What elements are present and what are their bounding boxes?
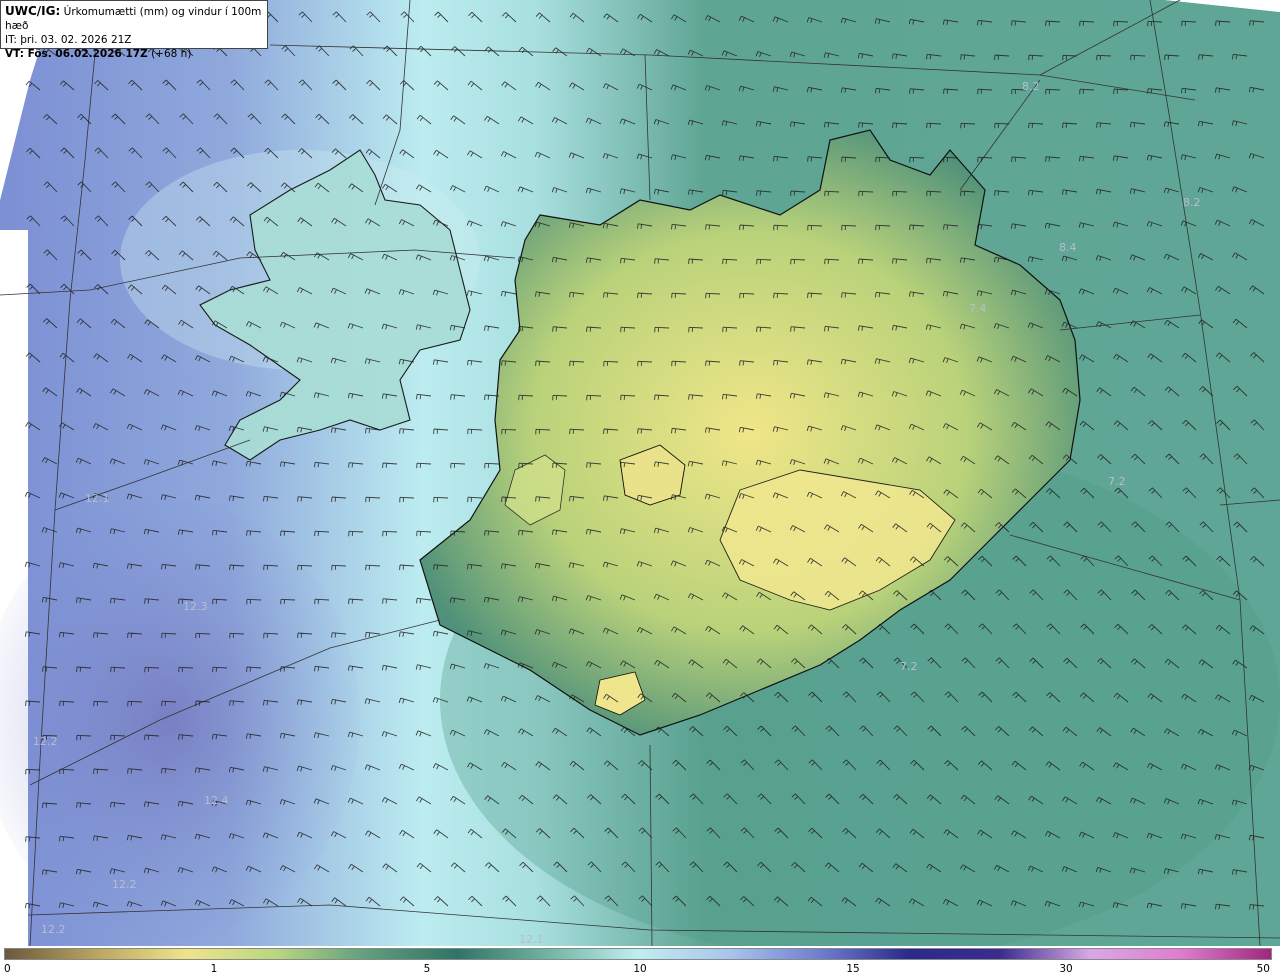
model-prefix: UWC/IG: (5, 4, 61, 18)
map-stage: 12.1 12.3 12.2 12.4 12.2 12.2 12.1 7.2 7… (0, 0, 1280, 978)
colorbar-tick-30: 30 (1059, 963, 1073, 975)
colorbar-tick-0: 0 (4, 963, 11, 975)
forecast-hour: (+68 h) (151, 48, 192, 60)
value-label: 12.3 (183, 600, 208, 613)
colorbar-tick-1: 1 (210, 963, 218, 975)
value-label: 7.2 (900, 660, 918, 673)
colorbar-legend: 0 1 5 10 15 30 50 (0, 946, 1280, 978)
value-label: 12.1 (85, 492, 110, 505)
colorbar-tick-50: 50 (1256, 963, 1270, 975)
value-label: 12.2 (41, 923, 66, 936)
value-label: 7.4 (969, 302, 987, 315)
value-label: 12.1 (519, 933, 544, 946)
map-title-box: UWC/IG: Úrkomumætti (mm) og vindur í 100… (0, 0, 268, 60)
colorbar-tick-10: 10 (633, 963, 647, 975)
value-label: 12.4 (204, 794, 229, 807)
init-time: IT: þri. 03. 02. 2026 21Z (5, 34, 132, 46)
value-label: 8.4 (1059, 241, 1077, 254)
colorbar-tick-5: 5 (423, 963, 431, 975)
value-label: 8.2 (1183, 196, 1201, 209)
colorbar-tick-15: 15 (846, 963, 860, 975)
value-label: 8.2 (1022, 80, 1040, 93)
colorbar (4, 948, 1272, 960)
value-label: 7.2 (1108, 475, 1126, 488)
valid-time: VT: Fös. 06.02.2026 17Z (5, 48, 148, 60)
precipitation-map: 12.1 12.3 12.2 12.4 12.2 12.2 12.1 7.2 7… (0, 0, 1280, 946)
value-label: 12.2 (33, 735, 58, 748)
value-label: 12.2 (112, 878, 137, 891)
